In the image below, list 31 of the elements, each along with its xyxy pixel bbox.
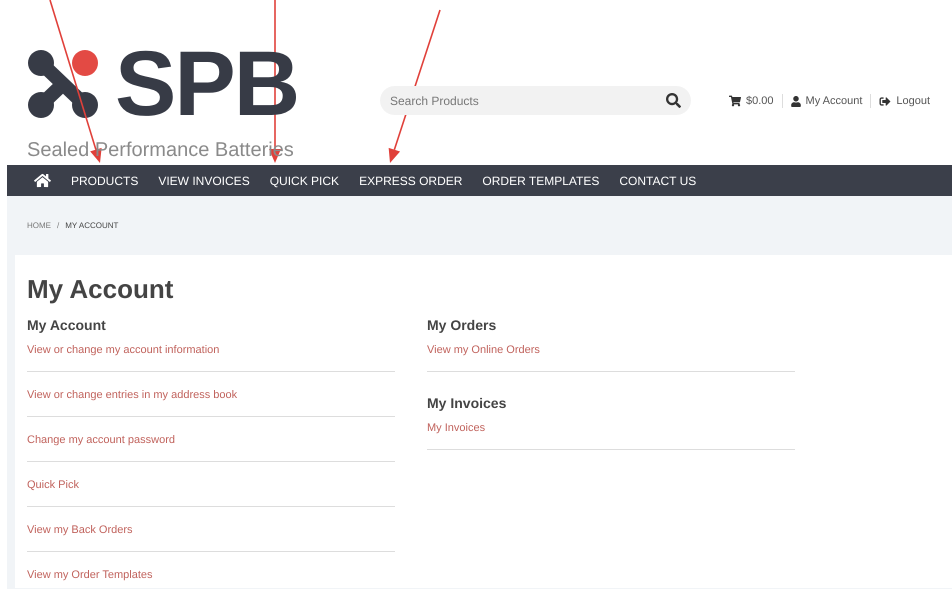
breadcrumb-link[interactable]: HOME [27,220,51,232]
nav-link[interactable]: VIEW INVOICES [158,172,250,190]
logo-icon [27,49,101,119]
account-link[interactable]: Quick Pick [27,479,79,491]
account-link[interactable]: View my Online Orders [427,344,540,356]
nav-link[interactable]: EXPRESS ORDER [359,172,462,190]
account-link[interactable]: View my Order Templates [27,569,153,581]
nav-link[interactable]: ORDER TEMPLATES [482,172,600,190]
account-link[interactable]: View or change entries in my address book [27,389,238,401]
nav-link[interactable]: QUICK PICK [270,172,340,190]
nav-link[interactable]: PRODUCTS [71,172,138,190]
search-icon[interactable] [666,93,681,108]
account-link[interactable]: View or change my account information [27,344,220,356]
cart-icon [729,95,741,108]
account-link[interactable]: Change my account password [27,434,175,446]
user-icon [790,96,801,107]
header-link[interactable]: My Account [790,93,862,110]
breadcrumb-link[interactable]: MY ACCOUNT [65,220,118,232]
logout-icon [879,96,892,107]
header-link[interactable]: Logout [879,93,930,110]
home-icon[interactable] [34,173,51,188]
header-link[interactable]: $0.00 [729,93,774,110]
account-link[interactable]: My Invoices [427,422,486,434]
search-field[interactable]: Search Products [380,86,691,115]
section-heading: My Invoices [427,394,508,412]
section-heading: My Account [27,316,107,334]
breadcrumb-separator: / [57,220,60,232]
account-link[interactable]: View my Back Orders [27,524,133,536]
nav-link[interactable]: CONTACT US [619,172,696,190]
page-title: My Account [27,273,174,306]
section-heading: My Orders [427,316,498,334]
